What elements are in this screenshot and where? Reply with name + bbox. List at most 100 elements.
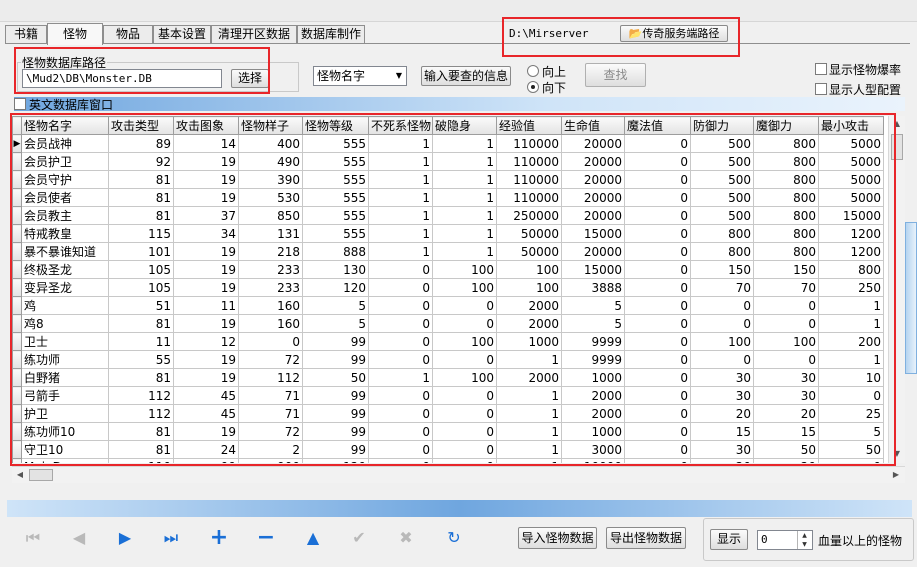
- table-cell[interactable]: 800: [818, 260, 884, 279]
- table-cell[interactable]: 0: [432, 422, 497, 441]
- table-cell[interactable]: 1: [368, 368, 433, 387]
- monster-name-cell[interactable]: 会员战神: [21, 134, 109, 153]
- search-input-prompt[interactable]: 输入要查的信息: [421, 66, 511, 86]
- table-cell[interactable]: 9999: [561, 350, 625, 369]
- tab-items[interactable]: 物品: [103, 25, 153, 44]
- table-cell[interactable]: 11: [108, 332, 174, 351]
- table-cell[interactable]: 131: [238, 224, 303, 243]
- table-cell[interactable]: 1: [432, 224, 497, 243]
- table-cell[interactable]: 100: [432, 278, 497, 297]
- table-cell[interactable]: 10000: [561, 458, 625, 463]
- refresh-icon[interactable]: ↻: [441, 525, 467, 551]
- table-cell[interactable]: 1200: [818, 242, 884, 261]
- table-cell[interactable]: 0: [624, 134, 691, 153]
- table-cell[interactable]: 1000: [496, 332, 562, 351]
- table-cell[interactable]: 390: [238, 170, 303, 189]
- post-record-icon[interactable]: ✔: [346, 525, 372, 551]
- table-cell[interactable]: 105: [108, 260, 174, 279]
- table-cell[interactable]: 0: [368, 314, 433, 333]
- select-db-button[interactable]: 选择: [231, 69, 269, 88]
- table-cell[interactable]: 19: [173, 368, 239, 387]
- table-cell[interactable]: 1: [368, 134, 433, 153]
- scroll-left-icon[interactable]: ◀: [12, 467, 28, 483]
- table-cell[interactable]: 0: [368, 350, 433, 369]
- table-cell[interactable]: 112: [108, 404, 174, 423]
- table-cell[interactable]: 0: [624, 206, 691, 225]
- table-cell[interactable]: 800: [753, 170, 819, 189]
- table-cell[interactable]: 30: [753, 386, 819, 405]
- table-cell[interactable]: 110: [108, 458, 174, 463]
- scroll-down-icon[interactable]: ▼: [889, 446, 905, 462]
- table-cell[interactable]: 15000: [561, 260, 625, 279]
- table-cell[interactable]: 55: [108, 350, 174, 369]
- column-header[interactable]: 魔御力: [753, 116, 819, 135]
- table-cell[interactable]: 500: [690, 152, 754, 171]
- table-cell[interactable]: 0: [368, 332, 433, 351]
- table-cell[interactable]: 2000: [496, 296, 562, 315]
- table-cell[interactable]: 555: [302, 134, 369, 153]
- monster-grid[interactable]: 怪物名字 攻击类型 攻击图象 怪物样子 怪物等级 不死系怪物 破隐身 经验值 生命值 魔法值 防御力…: [12, 116, 888, 463]
- table-cell[interactable]: 0: [368, 404, 433, 423]
- table-cell[interactable]: 0: [753, 314, 819, 333]
- table-cell[interactable]: 400: [238, 134, 303, 153]
- table-cell[interactable]: 15: [690, 422, 754, 441]
- table-cell[interactable]: 100: [432, 368, 497, 387]
- table-row[interactable]: 白野猪 81 19 112 50 1 100 2000 1000 0 30 30 10: [12, 368, 884, 387]
- table-row[interactable]: 练功师 55 19 72 99 0 0 1 9999 0 0 0 1: [12, 350, 884, 369]
- table-cell[interactable]: 800: [753, 242, 819, 261]
- table-cell[interactable]: 500: [690, 188, 754, 207]
- table-cell[interactable]: 100: [753, 332, 819, 351]
- table-cell[interactable]: 99: [302, 386, 369, 405]
- table-cell[interactable]: 5: [302, 296, 369, 315]
- table-cell[interactable]: 19: [173, 350, 239, 369]
- table-row[interactable]: 会员教主 81 37 850 555 1 1 250000 20000 0 500 800 15000: [12, 206, 884, 225]
- column-header[interactable]: 最小攻击: [818, 116, 884, 135]
- monster-name-cell[interactable]: 变异圣龙: [21, 278, 109, 297]
- table-row[interactable]: 特戒教皇 115 34 131 555 1 1 50000 15000 0 800 800 1200: [12, 224, 884, 243]
- row-indicator[interactable]: [12, 386, 22, 405]
- monster-name-cell[interactable]: 守卫10: [21, 440, 109, 459]
- tab-clean-server-data[interactable]: 清理开区数据: [211, 25, 297, 44]
- tab-database-build[interactable]: 数据库制作: [297, 25, 365, 44]
- table-row[interactable]: 暴不暴谁知道 101 19 218 888 1 1 50000 20000 0 800 800 1200: [12, 242, 884, 261]
- table-cell[interactable]: 99: [302, 422, 369, 441]
- column-header[interactable]: 攻击图象: [173, 116, 239, 135]
- table-row[interactable]: 护卫 112 45 71 99 0 0 1 2000 0 20 20 25: [12, 404, 884, 423]
- row-indicator[interactable]: [12, 242, 22, 261]
- table-cell[interactable]: 72: [238, 350, 303, 369]
- db-path-input[interactable]: \Mud2\DB\Monster.DB: [22, 69, 222, 88]
- table-cell[interactable]: 0: [624, 260, 691, 279]
- table-cell[interactable]: 0: [624, 242, 691, 261]
- table-row[interactable]: 鸡 51 11 160 5 0 0 2000 5 0 0 0 1: [12, 296, 884, 315]
- table-cell[interactable]: 19: [173, 314, 239, 333]
- table-cell[interactable]: 3000: [561, 440, 625, 459]
- table-cell[interactable]: 160: [238, 314, 303, 333]
- table-cell[interactable]: 555: [302, 152, 369, 171]
- table-row[interactable]: 会员使者 81 19 530 555 1 1 110000 20000 0 500 800 5000: [12, 188, 884, 207]
- table-cell[interactable]: 99: [302, 350, 369, 369]
- monster-name-cell[interactable]: 练功师: [21, 350, 109, 369]
- monster-name-cell[interactable]: 特戒教皇: [21, 224, 109, 243]
- table-cell[interactable]: 1: [432, 170, 497, 189]
- table-cell[interactable]: 99: [302, 440, 369, 459]
- table-cell[interactable]: 10: [818, 368, 884, 387]
- table-cell[interactable]: 555: [302, 170, 369, 189]
- table-cell[interactable]: 45: [173, 386, 239, 405]
- table-cell[interactable]: 200: [818, 332, 884, 351]
- column-header[interactable]: 怪物等级: [302, 116, 369, 135]
- table-cell[interactable]: 2: [238, 440, 303, 459]
- table-cell[interactable]: 19: [173, 152, 239, 171]
- tab-basic-settings[interactable]: 基本设置: [153, 25, 211, 44]
- table-cell[interactable]: 800: [753, 224, 819, 243]
- table-cell[interactable]: 15: [753, 422, 819, 441]
- table-cell[interactable]: 5000: [818, 188, 884, 207]
- tab-monsters[interactable]: 怪物: [47, 23, 103, 45]
- table-cell[interactable]: 0: [624, 278, 691, 297]
- table-cell[interactable]: 30: [690, 368, 754, 387]
- monster-name-cell[interactable]: 会员教主: [21, 206, 109, 225]
- table-cell[interactable]: 0: [818, 386, 884, 405]
- column-header[interactable]: 破隐身: [432, 116, 497, 135]
- vertical-scrollbar[interactable]: ▲ ▼: [888, 116, 905, 463]
- table-cell[interactable]: 20000: [561, 188, 625, 207]
- table-cell[interactable]: 1: [818, 314, 884, 333]
